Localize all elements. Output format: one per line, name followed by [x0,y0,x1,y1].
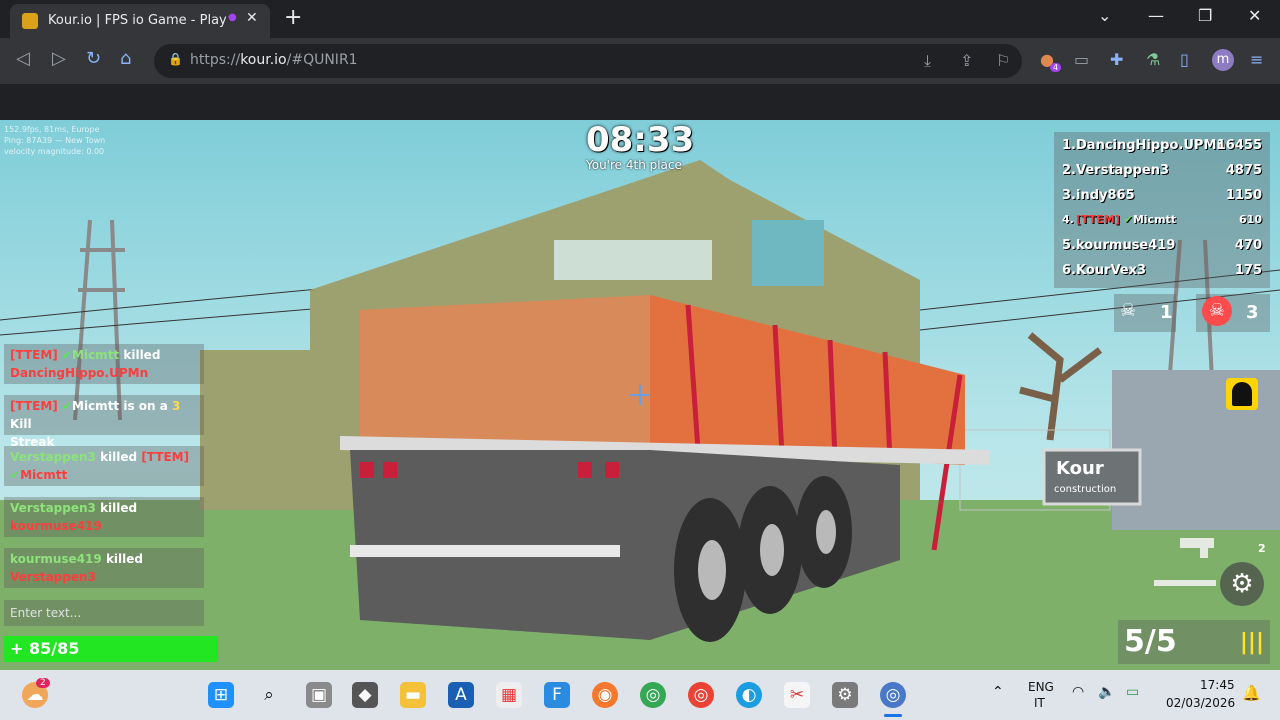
notification-badge: 2 [36,678,50,688]
deaths-value: 3 [1246,302,1259,323]
edge-icon[interactable]: ◐ [736,682,762,708]
killfeed-entry: kourmuse419 killed Verstappen3 [4,548,204,588]
ammo-counter: 5/5 ||| [1118,620,1270,664]
settings-gear-button[interactable]: ⚙ [1220,562,1264,606]
active-browser-icon[interactable]: ◎ [880,682,906,708]
page-top-bar [0,84,1280,120]
tab-title: Kour.io | FPS io Game - Play [48,13,227,28]
back-arrow-icon[interactable]: ◁ [16,48,30,69]
tray-chevron-icon[interactable]: ⌃ [992,684,1004,700]
building-window [554,240,712,280]
tab-close-icon[interactable]: ✕ [246,10,258,26]
player-silhouette-icon [1232,382,1252,406]
performance-stats: 152.9fps, 81ms, Europe Ping: 87A39 — New… [4,124,105,157]
leaderboard-row: 6. KourVex3 175 [1062,263,1262,278]
ammo-bars-icon: ||| [1239,630,1264,655]
media-playing-icon: ● [228,12,237,23]
forward-arrow-icon[interactable]: ▷ [52,48,66,69]
app-f-icon[interactable]: F [544,682,570,708]
leaderboard-row: 5. kourmuse419 470 [1062,238,1262,253]
app-cube-icon[interactable]: ◆ [352,682,378,708]
sign-subtitle: construction [1054,484,1117,495]
skull-icon: ☠ [1202,296,1232,326]
killfeed-entry: Verstappen3 killed kourmuse419 [4,497,204,537]
bookmark-icon[interactable]: ⚐ [996,51,1010,70]
player-profile-button[interactable] [1226,378,1258,410]
placement-text: You're 4th place [586,158,682,172]
killfeed-entry: [TTEM] ✔Micmtt killed DancingHippo.UPMn [4,344,204,384]
fps-line: 152.9fps, 81ms, Europe [4,125,100,134]
address-bar[interactable]: 🔒 https://kour.io/#QUNIR1 ⤓ ⇪ ⚐ [154,44,1022,78]
leaderboard-row: 2. Verstappen3 4875 [1062,163,1262,178]
kour-favicon-icon [22,13,38,29]
menu-icon[interactable]: ≡ [1250,50,1263,69]
chat-input[interactable]: Enter text... [4,600,204,626]
close-window-button[interactable]: ✕ [1248,6,1261,25]
browser-toolbar: ◁ ▷ ↻ ⌂ 🔒 https://kour.io/#QUNIR1 ⤓ ⇪ ⚐ … [0,38,1280,84]
share-icon[interactable]: ⇪ [960,51,973,70]
dead-tree [1019,332,1103,441]
browser-tab-bar: Kour.io | FPS io Game - Play ● ✕ + ⌄ — ❐… [0,0,1280,38]
battery-icon[interactable]: ▭ [1126,684,1139,700]
ammo-value: 5/5 [1124,624,1177,659]
profile-avatar[interactable]: m [1212,49,1234,71]
store-icon[interactable]: ▦ [496,682,522,708]
game-canvas[interactable]: 152.9fps, 81ms, Europe Ping: 87A39 — New… [0,120,1280,670]
file-explorer-icon[interactable]: ▬ [400,682,426,708]
skull-crossbones-icon: ☠ [1120,300,1137,321]
sign-title: Kour [1056,458,1104,479]
weapon-slot-number: 2 [1258,542,1266,555]
notifications-bell-icon[interactable]: 🔔 [1242,684,1261,702]
leaderboard-row: 3. indy865 1150 [1062,188,1262,203]
kills-value: 1 [1160,302,1173,323]
tab-search-icon[interactable]: ⌄ [1098,6,1111,25]
snipping-tool-icon[interactable]: ✂ [784,682,810,708]
app-a-icon[interactable]: A [448,682,474,708]
health-bar: + 85/85 [4,636,218,662]
home-icon[interactable]: ⌂ [120,48,131,69]
settings-icon[interactable]: ⚙ [832,682,858,708]
building-sign-board [752,220,824,286]
browser-tab[interactable]: Kour.io | FPS io Game - Play ● ✕ [10,4,270,38]
clock-date[interactable]: 02/03/2026 [1166,696,1235,710]
windows-start-icon[interactable]: ⊞ [208,682,234,708]
install-icon[interactable]: ⤓ [924,51,931,71]
left-brick-wall [200,350,360,510]
killfeed-entry: Verstappen3 killed [TTEM] ✔Micmtt [4,446,204,486]
match-timer: 08:33 [586,120,695,160]
truck-bumper [350,545,620,557]
killfeed-entry: [TTEM] ✔Micmtt is on a 3 Kill Streak [4,395,204,449]
wifi-icon[interactable]: ◠ [1072,684,1084,700]
chrome-profile-icon[interactable]: ◎ [688,682,714,708]
verified-check-icon: ✔ [1123,213,1133,226]
reload-icon[interactable]: ↻ [86,48,101,69]
kills-counter: ☠ 1 [1114,294,1176,332]
minimize-button[interactable]: — [1148,6,1164,25]
firefox-icon[interactable]: ◉ [592,682,618,708]
keyboard-layout[interactable]: IT [1034,696,1045,710]
url-text: https://kour.io/#QUNIR1 [190,52,358,68]
velocity-line: velocity magnitude: 0.00 [4,147,105,156]
leaderboard: 1. DancingHippo.UPMn 16455 2. Verstappen3 48… [1054,132,1270,288]
deaths-counter: ☠ 3 [1196,294,1270,332]
leaderboard-row: 1. DancingHippo.UPMn 16455 [1062,138,1262,153]
reader-extension-icon[interactable]: ▭ [1074,50,1089,69]
task-view-icon[interactable]: ▣ [306,682,332,708]
chrome-icon[interactable]: ◎ [640,682,666,708]
clock-time[interactable]: 17:45 [1200,678,1235,692]
windows-taskbar: ☁ 2 ⊞ ⌕ ▣ ◆ ▬ A ▦ F ◉ ◎ ◎ ◐ ✂ ⚙ ◎ ⌃ ENG … [0,670,1280,720]
side-panel-icon[interactable]: ▯ [1180,50,1189,69]
language-code[interactable]: ENG [1028,680,1054,694]
extension-badge: 4 [1050,63,1062,72]
lab-flask-icon[interactable]: ⚗ [1146,50,1160,69]
restore-button[interactable]: ❐ [1198,6,1212,25]
puzzle-extension-icon[interactable]: ✚ [1110,50,1123,69]
volume-icon[interactable]: 🔈 [1098,684,1115,700]
search-icon[interactable]: ⌕ [256,682,282,708]
ping-line: Ping: 87A39 — New Town [4,136,106,145]
leaderboard-row-self: 4. [TTEM] ✔Micmtt 610 [1062,213,1262,226]
new-tab-button[interactable]: + [284,5,302,30]
lock-icon: 🔒 [168,52,183,66]
active-indicator [884,714,902,717]
